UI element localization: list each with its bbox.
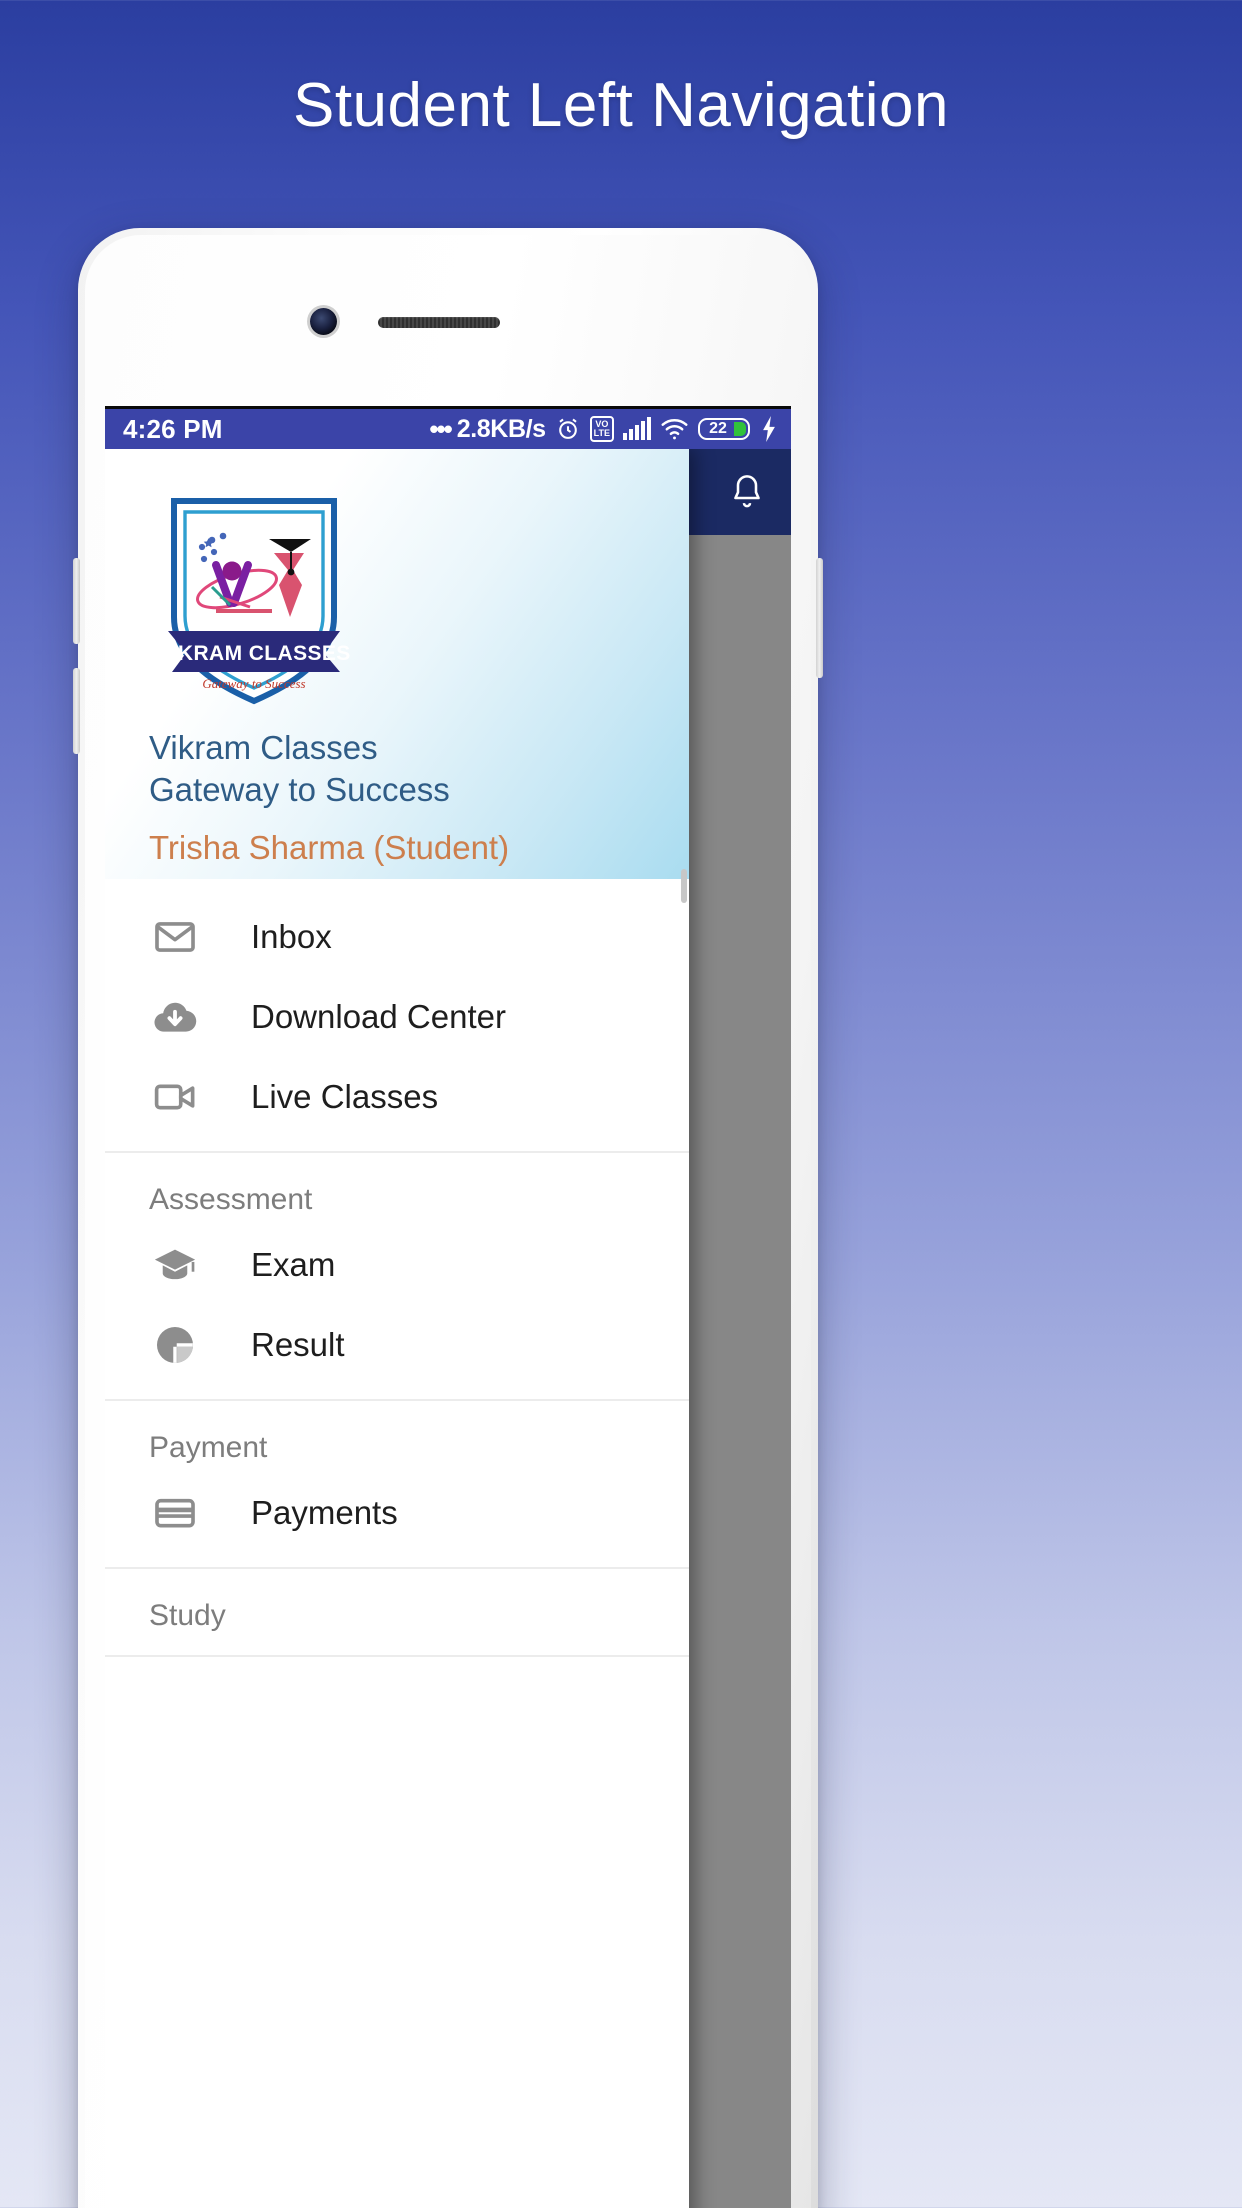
- drawer-scrollbar[interactable]: [681, 869, 687, 903]
- graduation-cap-icon: [149, 1239, 201, 1291]
- credit-card-icon: [149, 1487, 201, 1539]
- sidebar-item-label: Download Center: [251, 998, 506, 1035]
- envelope-icon: [149, 911, 201, 963]
- status-overflow-dots: •••: [429, 413, 452, 444]
- sidebar-item-download-center[interactable]: Download Center: [105, 977, 689, 1057]
- bell-icon[interactable]: [729, 472, 765, 512]
- nav-group-title: Assessment: [149, 1183, 313, 1216]
- alarm-clock-icon: [555, 416, 581, 442]
- volte-icon: VO LTE: [589, 416, 614, 442]
- nav-group-assessment: Assessment Exam Result: [105, 1153, 689, 1401]
- battery-icon: 22: [698, 418, 750, 440]
- navigation-drawer: VIKRAM CLASSES Gateway to Success Vikram…: [105, 449, 689, 2208]
- svg-text:Gateway to Success: Gateway to Success: [202, 676, 305, 691]
- cloud-download-icon: [149, 991, 201, 1043]
- sidebar-item-label: Live Classes: [251, 1078, 439, 1115]
- sidebar-item-label: Payments: [251, 1494, 398, 1531]
- signal-bars-icon: [623, 417, 651, 440]
- drawer-header: VIKRAM CLASSES Gateway to Success Vikram…: [105, 449, 689, 879]
- phone-device-frame: 4:26 PM ••• 2.8KB/s VO LTE 22 VIKRAM CLA…: [73, 228, 823, 2208]
- volume-down-button[interactable]: [73, 668, 80, 754]
- page-title: Student Left Navigation: [292, 71, 950, 140]
- charging-bolt-icon: [759, 416, 779, 442]
- drawer-menu-list: Inbox Download Center Live Classes Asses…: [105, 879, 689, 2208]
- volume-up-button[interactable]: [73, 558, 80, 644]
- status-time: 4:26 PM: [123, 413, 223, 444]
- sidebar-item-inbox[interactable]: Inbox: [105, 897, 689, 977]
- sidebar-item-result[interactable]: Result: [105, 1305, 689, 1385]
- svg-text:VIKRAM CLASSES: VIKRAM CLASSES: [157, 642, 350, 665]
- sidebar-item-exam[interactable]: Exam: [105, 1225, 689, 1305]
- vikram-classes-logo: VIKRAM CLASSES Gateway to Success: [149, 491, 359, 711]
- wifi-icon: [660, 417, 689, 441]
- battery-percent-label: 22: [709, 420, 727, 437]
- nav-group-title: Study: [149, 1599, 226, 1632]
- nav-group-payment: Payment Payments: [105, 1401, 689, 1569]
- sidebar-item-live-classes[interactable]: Live Classes: [105, 1057, 689, 1137]
- drawer-organisation: Vikram Classes Gateway to Success: [149, 727, 689, 811]
- video-camera-icon: [149, 1071, 201, 1123]
- status-bar: 4:26 PM ••• 2.8KB/s VO LTE 22: [105, 409, 791, 449]
- volte-line-2: LTE: [593, 428, 610, 438]
- front-camera: [310, 308, 337, 335]
- phone-screen: 4:26 PM ••• 2.8KB/s VO LTE 22 VIKRAM CLA…: [105, 406, 791, 2208]
- nav-group-title: Payment: [149, 1431, 268, 1464]
- network-speed-label: 2.8KB/s: [456, 414, 546, 443]
- drawer-org-name: Vikram Classes: [149, 729, 378, 766]
- pie-chart-icon: [149, 1319, 201, 1371]
- nav-group-study: Study: [105, 1569, 689, 1657]
- sidebar-item-payments[interactable]: Payments: [105, 1473, 689, 1553]
- earpiece-speaker: [378, 317, 500, 328]
- nav-group-main: Inbox Download Center Live Classes: [105, 879, 689, 1153]
- power-button[interactable]: [816, 558, 823, 678]
- drawer-org-tagline: Gateway to Success: [149, 770, 450, 808]
- sidebar-item-label: Result: [251, 1326, 345, 1363]
- sidebar-item-label: Inbox: [251, 918, 332, 955]
- sidebar-item-label: Exam: [251, 1246, 336, 1283]
- drawer-user-name: Trisha Sharma (Student): [149, 828, 510, 866]
